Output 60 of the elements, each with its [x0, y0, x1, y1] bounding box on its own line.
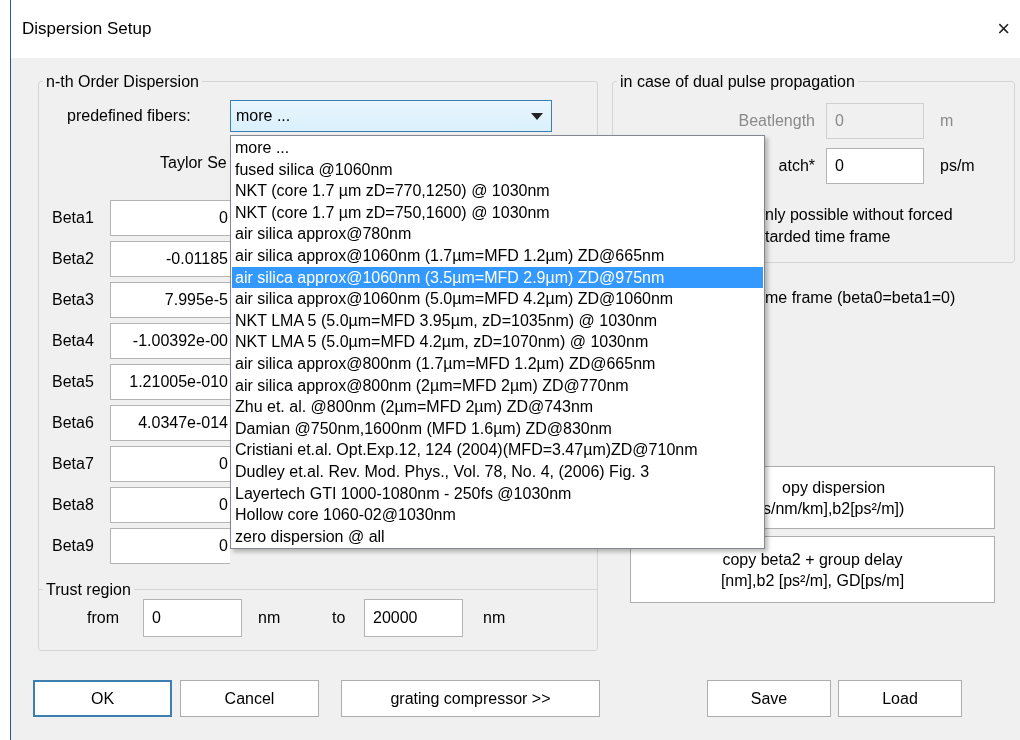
from-label: from [87, 609, 120, 627]
list-item[interactable]: air silica approx@800nm (2µm=MFD 2µm) ZD@770nm [232, 374, 763, 397]
list-item[interactable]: NKT LMA 5 (5.0µm=MFD 3.95µm, zD=1035nm) @ 1030nm [232, 309, 763, 332]
list-item[interactable]: Zhu et. al. @800nm (2µm=MFD 2µm) ZD@743nm [232, 396, 763, 418]
unit-label: nm [257, 609, 282, 627]
beta-field[interactable]: 4.0347e-014 [110, 405, 230, 441]
list-item[interactable]: fused silica @1060nm [232, 158, 763, 181]
beta-label: Beta5 [52, 373, 95, 391]
beta-label: Beta4 [52, 332, 95, 350]
beta-field[interactable]: 1.21005e-010 [110, 364, 230, 400]
list-item[interactable]: air silica approx@780nm [232, 223, 763, 245]
list-item[interactable]: more ... [232, 137, 763, 159]
beta-label: Beta8 [52, 496, 95, 514]
dialog-button[interactable]: Load [838, 680, 962, 717]
dialog-button[interactable]: OK [33, 680, 172, 717]
beta-label: Beta6 [52, 414, 95, 432]
beta-label: Beta2 [52, 250, 95, 268]
beta-label: Beta9 [52, 537, 95, 555]
fiber-dropdown[interactable]: more ... [230, 100, 552, 132]
beta-field[interactable]: 0 [110, 446, 230, 482]
list-item[interactable]: NKT (core 1.7 µm zD=750,1600) @ 1030nm [232, 201, 763, 224]
caret-icon [531, 112, 543, 120]
field-label: Beatlength [737, 112, 815, 130]
window-title: Dispersion Setup [22, 19, 152, 39]
beta-field[interactable]: 0 [110, 487, 230, 523]
beta-field[interactable]: -1.00392e-00 [110, 323, 230, 359]
list-item[interactable]: NKT (core 1.7 µm zD=770,1250) @ 1030nm [232, 180, 763, 202]
beta-label: Beta1 [52, 209, 95, 227]
copy-button[interactable]: copy beta2 + group delay [nm],b2 [ps²/m], GD[ps/m] [630, 536, 995, 603]
beta-label: Beta3 [52, 291, 95, 309]
fibers-label: predefined fibers: [67, 107, 192, 125]
dialog-button[interactable]: Cancel [180, 680, 319, 717]
group-title: Trust region [45, 580, 132, 599]
unit-label: nm [482, 609, 506, 627]
value-field[interactable]: 0 [826, 148, 924, 184]
close-button[interactable]: × [991, 16, 1016, 42]
dialog-button[interactable]: grating compressor >> [341, 680, 600, 717]
beta-field[interactable]: 0 [110, 528, 230, 564]
note-text: nly possible without forced tarded time frame [765, 205, 954, 247]
beta-field[interactable]: 0 [110, 200, 230, 236]
from-field[interactable]: 0 [143, 599, 242, 637]
field-label: atch* [777, 157, 815, 175]
unit-label: m [940, 112, 954, 130]
list-item[interactable]: air silica approx@1060nm (5.0µm=MFD 4.2µm) ZD@1060nm [232, 288, 763, 310]
beta-field[interactable]: 7.995e-5 [110, 282, 230, 318]
to-label: to [332, 609, 347, 627]
to-field[interactable]: 20000 [364, 599, 463, 637]
list-item[interactable]: Cristiani et.al. Opt.Exp.12, 124 (2004)(MFD=3.47µm)ZD@710nm [232, 439, 763, 461]
frame-label: me frame (beta0=beta1=0) [765, 288, 957, 308]
list-item[interactable]: air silica approx@800nm (1.7µm=MFD 1.2µm) ZD@665nm [232, 352, 763, 375]
group-title: in case of dual pulse propagation [619, 72, 856, 91]
beta-label: Beta7 [52, 455, 95, 473]
group-title: n-th Order Dispersion [45, 72, 200, 91]
dialog-button[interactable]: Save [707, 680, 831, 717]
unit-label: ps/m [940, 157, 975, 175]
beta-field[interactable]: -0.01185 [110, 241, 230, 277]
taylor-label: Taylor Se [160, 153, 227, 173]
list-item[interactable]: NKT LMA 5 (5.0µm=MFD 4.2µm, zD=1070nm) @ 1030nm [232, 331, 763, 353]
list-item[interactable]: air silica approx@1060nm (1.7µm=MFD 1.2µm) ZD@665nm [232, 244, 763, 267]
list-item[interactable]: Damian @750nm,1600nm (MFD 1.6µm) ZD@830nm [232, 417, 763, 440]
